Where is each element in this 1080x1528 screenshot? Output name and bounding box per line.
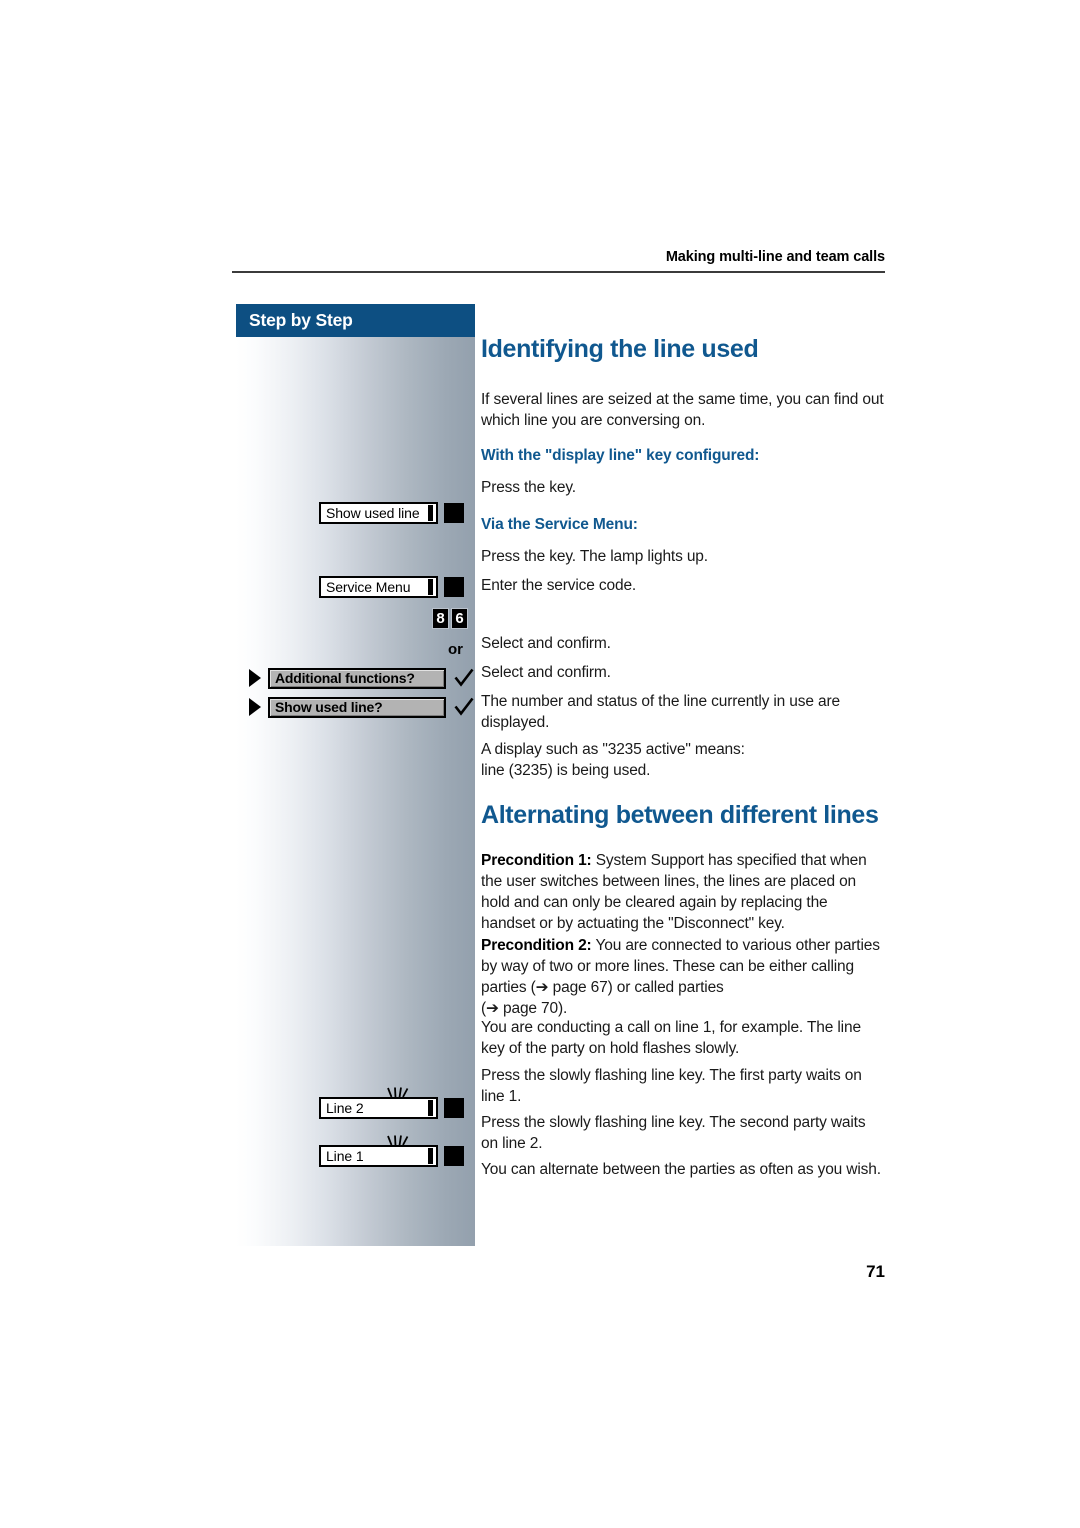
check-icon[interactable]	[454, 696, 474, 718]
menu-row-show-used-line[interactable]: Show used line?	[249, 696, 474, 718]
step-display-example-line-1: A display such as "3235 active" means:	[481, 741, 745, 758]
precondition-2-text-cont: (➔ page 70).	[481, 999, 568, 1017]
phone-key-label-text: Line 1	[326, 1148, 364, 1164]
intro-paragraph: If several lines are seized at the same …	[481, 391, 884, 429]
phone-key-button-icon[interactable]	[444, 503, 464, 523]
phone-key-button-icon[interactable]	[444, 1098, 464, 1118]
running-header-title: Making multi-line and team calls	[665, 249, 885, 265]
sidebar-body: Show used line Service Menu 8 6 or Addit…	[236, 337, 475, 1246]
key-row-line-1[interactable]: Line 1	[319, 1135, 464, 1167]
precondition-1-paragraph: Precondition 1: System Support has speci…	[481, 851, 885, 935]
key-row-line-2[interactable]: Line 2	[319, 1087, 464, 1119]
precondition-1-label: Precondition 1:	[481, 852, 592, 869]
page-number: 71	[866, 1262, 885, 1281]
step-press-the-key: Press the key.	[481, 479, 576, 496]
key-strip-icon	[428, 579, 433, 595]
precondition-2-paragraph: Precondition 2: You are connected to var…	[481, 936, 885, 999]
play-arrow-icon	[249, 669, 261, 687]
step-enter-service-code: Enter the service code.	[481, 577, 637, 594]
step-first-party-waits: Press the slowly flashing line key. The …	[481, 1067, 862, 1105]
key-strip-icon	[428, 1148, 433, 1164]
keypad-digit-icon[interactable]: 8	[432, 608, 449, 629]
menu-option-label: Show used line?	[275, 699, 383, 715]
menu-option-box[interactable]: Additional functions?	[268, 667, 446, 689]
play-arrow-icon	[249, 698, 261, 716]
menu-option-box[interactable]: Show used line?	[268, 696, 446, 718]
key-row-show-used-line[interactable]: Show used line	[319, 502, 464, 524]
step-second-party-waits: Press the slowly flashing line key. The …	[481, 1114, 866, 1152]
menu-option-label: Additional functions?	[275, 670, 415, 686]
phone-key-label-text: Show used line	[326, 505, 420, 521]
step-select-confirm-1: Select and confirm.	[481, 635, 611, 652]
page-title-alternating-lines: Alternating between different lines	[481, 801, 879, 829]
check-icon[interactable]	[454, 667, 474, 689]
page-title-identifying-line: Identifying the line used	[481, 335, 759, 363]
flashing-lamp-icon	[385, 1135, 411, 1148]
phone-key-label-text: Service Menu	[326, 579, 411, 595]
subheading-via-service-menu: Via the Service Menu:	[481, 516, 638, 533]
phone-key-label-line-1[interactable]: Line 1	[319, 1135, 438, 1167]
precondition-2-label: Precondition 2:	[481, 937, 592, 954]
step-press-key-lamp: Press the key. The lamp lights up.	[481, 548, 708, 565]
or-separator-label: or	[448, 641, 463, 658]
phone-key-button-icon[interactable]	[444, 577, 464, 597]
key-strip-icon	[428, 1100, 433, 1116]
subheading-display-line-key: With the "display line" key configured:	[481, 447, 760, 464]
phone-key-button-icon[interactable]	[444, 1146, 464, 1166]
phone-key-label-text: Line 2	[326, 1100, 364, 1116]
step-display-example-line-2: line (3235) is being used.	[481, 761, 651, 779]
main-content: Identifying the line used If several lin…	[481, 335, 885, 1178]
keypad-digit-icon[interactable]: 6	[451, 608, 468, 629]
step-number-and-status: The number and status of the line curren…	[481, 693, 840, 731]
sidebar-title: Step by Step	[236, 304, 475, 337]
phone-key-label-show-used-line[interactable]: Show used line	[319, 502, 438, 524]
flashing-lamp-icon	[385, 1087, 411, 1100]
step-by-step-sidebar: Step by Step Show used line Service Menu…	[236, 304, 475, 1246]
step-select-confirm-2: Select and confirm.	[481, 664, 611, 681]
phone-key-label-line-2[interactable]: Line 2	[319, 1087, 438, 1119]
step-alternate-parties: You can alternate between the parties as…	[481, 1161, 881, 1178]
key-strip-icon	[428, 505, 433, 521]
service-code-digits[interactable]: 8 6	[432, 608, 468, 629]
menu-row-additional-functions[interactable]: Additional functions?	[249, 667, 474, 689]
key-row-service-menu[interactable]: Service Menu	[319, 576, 464, 598]
step-conducting-call: You are conducting a call on line 1, for…	[481, 1019, 861, 1057]
phone-key-label-service-menu[interactable]: Service Menu	[319, 576, 438, 598]
header-divider	[232, 270, 885, 273]
running-header: Making multi-line and team calls	[232, 249, 885, 273]
